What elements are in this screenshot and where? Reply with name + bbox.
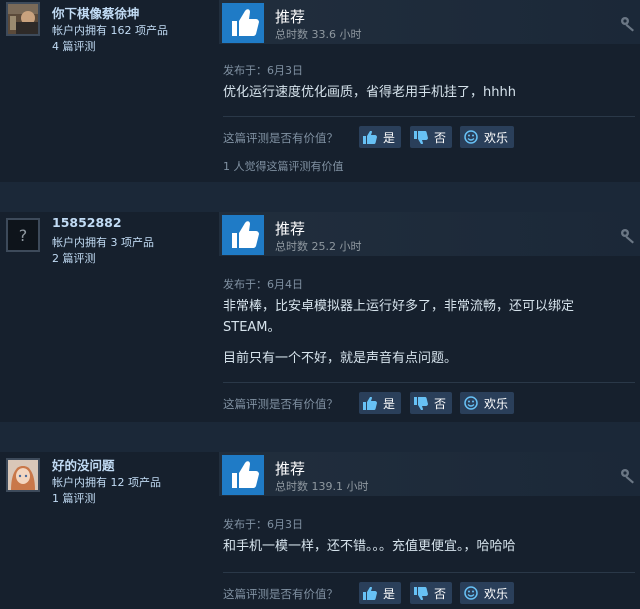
wrench-icon[interactable] xyxy=(620,16,636,32)
posted-date: 发布于：6月4日 xyxy=(223,278,303,291)
vote-hours: 总时数 25.2 小时 xyxy=(275,240,362,253)
smiley-icon xyxy=(464,586,478,600)
vote-yes-label: 是 xyxy=(383,130,396,145)
vote-header[interactable]: 推荐 总时数 139.1 小时 xyxy=(219,452,640,496)
vote-title: 推荐 xyxy=(275,460,306,478)
smiley-icon xyxy=(464,130,478,144)
vote-no-label: 否 xyxy=(434,130,447,145)
review-author: 你下棋像蔡徐坤 帐户内拥有 162 项产品 4 篇评测 xyxy=(0,0,215,182)
review-text: 非常棒，比安卓模拟器上运行好多了，非常流畅，还可以绑定STEAM。 xyxy=(223,299,575,335)
author-products[interactable]: 帐户内拥有 12 项产品 xyxy=(52,474,161,490)
vote-funny-label: 欢乐 xyxy=(484,586,509,601)
review-text: 和手机一模一样，还不错。。。充值更便宜。，哈哈哈 xyxy=(223,539,516,554)
author-avatar[interactable] xyxy=(6,2,40,36)
review-card: 你下棋像蔡徐坤 帐户内拥有 162 项产品 4 篇评测 推荐 总时数 33.6 … xyxy=(0,0,640,182)
vote-funny-button[interactable]: 欢乐 xyxy=(460,392,515,414)
thumbs-down-small-icon xyxy=(414,396,428,410)
review-divider xyxy=(223,382,635,383)
vote-title: 推荐 xyxy=(275,8,306,26)
vote-title: 推荐 xyxy=(275,220,306,238)
review-divider xyxy=(223,572,635,573)
vote-no-button[interactable]: 否 xyxy=(410,582,453,604)
vote-no-label: 否 xyxy=(434,396,447,411)
thumbs-up-icon xyxy=(232,221,259,248)
posted-date: 发布于：6月3日 xyxy=(223,518,303,531)
thumbs-up-icon xyxy=(232,461,259,488)
review-divider xyxy=(223,116,635,117)
thumbs-down-small-icon xyxy=(414,586,428,600)
review-author: ? 15852882 帐户内拥有 3 项产品 2 篇评测 xyxy=(0,212,215,422)
thumbs-down-small-icon xyxy=(414,130,428,144)
found-helpful-count: 1 人觉得这篇评测有价值 xyxy=(223,160,344,173)
review-author: 好的没问题 帐户内拥有 12 项产品 1 篇评测 xyxy=(0,452,215,609)
thumbs-up-badge xyxy=(222,455,264,495)
thumbs-up-badge xyxy=(222,215,264,255)
review-card: 好的没问题 帐户内拥有 12 项产品 1 篇评测 推荐 总时数 139.1 小时… xyxy=(0,452,640,609)
author-review-count[interactable]: 4 篇评测 xyxy=(52,38,96,54)
helpful-question: 这篇评测是否有价值？ xyxy=(223,131,338,145)
wrench-icon[interactable] xyxy=(620,468,636,484)
review-content: 推荐 总时数 25.2 小时 发布于：6月4日 非常棒，比安卓模拟器上运行好多了… xyxy=(219,212,640,422)
review-content: 推荐 总时数 139.1 小时 发布于：6月3日 和手机一模一样，还不错。。。充… xyxy=(219,452,640,609)
vote-funny-label: 欢乐 xyxy=(484,130,509,145)
vote-yes-button[interactable]: 是 xyxy=(359,126,402,148)
vote-funny-button[interactable]: 欢乐 xyxy=(460,582,515,604)
review-content: 推荐 总时数 33.6 小时 发布于：6月3日 优化运行速度优化画质，省得老用手… xyxy=(219,0,640,182)
author-products[interactable]: 帐户内拥有 3 项产品 xyxy=(52,234,154,250)
avatar-question-icon: ? xyxy=(8,220,38,250)
vote-no-button[interactable]: 否 xyxy=(410,126,453,148)
author-review-count[interactable]: 2 篇评测 xyxy=(52,250,96,266)
helpful-question: 这篇评测是否有价值？ xyxy=(223,587,338,601)
vote-hours: 总时数 33.6 小时 xyxy=(275,28,362,41)
author-name[interactable]: 你下棋像蔡徐坤 xyxy=(52,3,140,22)
avatar-character-icon xyxy=(8,460,38,490)
vote-no-label: 否 xyxy=(434,586,447,601)
vote-funny-button[interactable]: 欢乐 xyxy=(460,126,515,148)
vote-no-button[interactable]: 否 xyxy=(410,392,453,414)
wrench-icon[interactable] xyxy=(620,228,636,244)
avatar-photo-icon xyxy=(8,4,38,34)
vote-yes-label: 是 xyxy=(383,586,396,601)
vote-yes-button[interactable]: 是 xyxy=(359,392,402,414)
author-avatar[interactable]: ? xyxy=(6,218,40,252)
thumbs-up-small-icon xyxy=(363,396,377,410)
review-card: ? 15852882 帐户内拥有 3 项产品 2 篇评测 推荐 总时数 25.2… xyxy=(0,212,640,422)
smiley-icon xyxy=(464,396,478,410)
author-name[interactable]: 15852882 xyxy=(52,215,122,230)
vote-yes-button[interactable]: 是 xyxy=(359,582,402,604)
vote-header[interactable]: 推荐 总时数 25.2 小时 xyxy=(219,212,640,256)
thumbs-up-small-icon xyxy=(363,586,377,600)
vote-header[interactable]: 推荐 总时数 33.6 小时 xyxy=(219,0,640,44)
vote-hours: 总时数 139.1 小时 xyxy=(275,480,369,493)
thumbs-up-badge xyxy=(222,3,264,43)
helpful-question: 这篇评测是否有价值？ xyxy=(223,397,338,411)
svg-text:?: ? xyxy=(19,226,28,245)
review-text: 优化运行速度优化画质，省得老用手机挂了，hhhh xyxy=(223,85,516,100)
thumbs-up-small-icon xyxy=(363,130,377,144)
author-avatar[interactable] xyxy=(6,458,40,492)
vote-yes-label: 是 xyxy=(383,396,396,411)
author-name[interactable]: 好的没问题 xyxy=(52,455,115,474)
review-text: 目前只有一个不好，就是声音有点问题。 xyxy=(223,351,458,366)
posted-date: 发布于：6月3日 xyxy=(223,64,303,77)
thumbs-up-icon xyxy=(232,9,259,36)
vote-funny-label: 欢乐 xyxy=(484,396,509,411)
author-review-count[interactable]: 1 篇评测 xyxy=(52,490,96,506)
author-products[interactable]: 帐户内拥有 162 项产品 xyxy=(52,22,168,38)
